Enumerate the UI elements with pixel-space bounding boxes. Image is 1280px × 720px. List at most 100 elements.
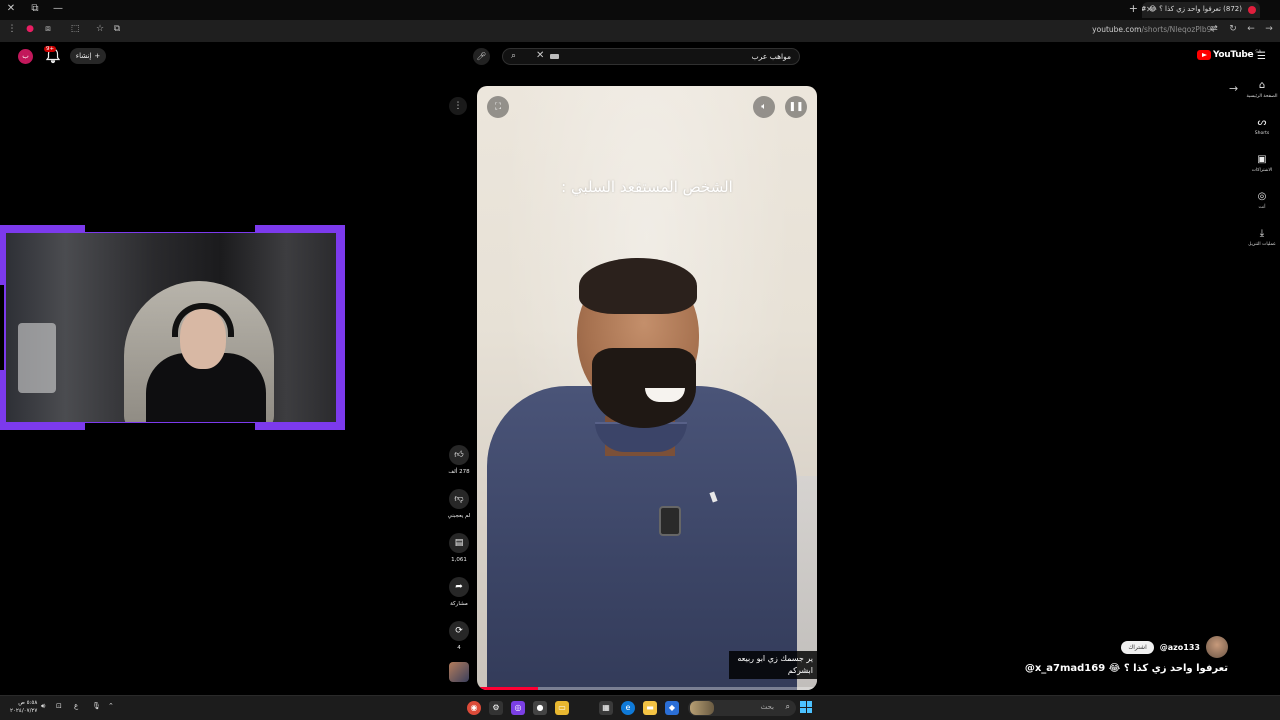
notification-badge: 9+ xyxy=(44,46,57,52)
guide-item-you[interactable]: ◎ أنت xyxy=(1244,191,1280,210)
guide-label: عمليات التنزيل xyxy=(1248,242,1276,247)
dislike-action[interactable]: 👎︎ لم يعجبني xyxy=(446,489,472,519)
store-taskbar-icon[interactable]: ▦ xyxy=(599,701,613,715)
clear-search-icon[interactable]: ✕ xyxy=(536,50,544,61)
back-icon[interactable]: → xyxy=(1262,24,1276,34)
system-clock[interactable]: ٥:٥٨ ص ٢٠٢٤/٠٧/٢٧ xyxy=(10,699,37,715)
show-hidden-icons-icon[interactable]: ⌃ xyxy=(108,702,114,710)
channel-handle[interactable]: @azo133 xyxy=(1160,643,1200,652)
guide-label: الاشتراكات xyxy=(1251,168,1273,173)
frame-notch-left xyxy=(0,285,4,370)
arrow-right-icon[interactable]: → xyxy=(1229,82,1238,95)
remix-count: 4 xyxy=(457,645,461,651)
create-button[interactable]: إنشاء + xyxy=(70,48,106,64)
pause-button[interactable]: ❚❚ xyxy=(785,96,807,118)
search-box[interactable]: ⌕ ✕ مواهب عرب xyxy=(502,48,800,65)
forward-icon[interactable]: ← xyxy=(1244,24,1258,34)
subtitle-line-2: ابشركم xyxy=(787,666,813,675)
clock-date: ٢٠٢٤/٠٧/٢٧ xyxy=(10,708,38,714)
video-overlay-caption: الشخص المستقعد السلبي : xyxy=(561,178,733,196)
more-options-button[interactable]: ⋮ xyxy=(449,97,467,115)
sound-thumbnail[interactable] xyxy=(449,662,469,682)
guide-label: الصفحة الرئيسية xyxy=(1246,94,1278,99)
volume-icon: 🔈︎ xyxy=(761,102,767,112)
subscriptions-icon: ▣ xyxy=(1257,154,1267,165)
you-icon: ◎ xyxy=(1257,191,1267,202)
url-path: /shorts/NleqozPlb9Y xyxy=(1141,25,1216,34)
address-bar[interactable]: youtube.com/shorts/NleqozPlb9Y xyxy=(1092,25,1216,34)
guide-item-shorts[interactable]: ᔕ Shorts xyxy=(1244,117,1280,136)
input-language[interactable]: ع xyxy=(74,702,78,710)
shorts-player[interactable]: الشخص المستقعد السلبي : ير جسمك زي ابو ر… xyxy=(477,86,817,690)
voice-search-button[interactable]: 🎤︎ xyxy=(473,48,490,65)
remix-action[interactable]: ⟳ 4 xyxy=(446,621,472,651)
fullscreen-button[interactable]: ⛶ xyxy=(487,96,509,118)
like-icon[interactable]: 👍︎ xyxy=(449,445,469,465)
guide-item-subscriptions[interactable]: ▣ الاشتراكات xyxy=(1244,154,1280,173)
remix-icon[interactable]: ⟳ xyxy=(449,621,469,641)
notifications-button[interactable]: 9+ xyxy=(44,46,61,64)
profile-icon[interactable]: ● xyxy=(23,24,37,34)
comments-action[interactable]: ▤ 1,061 xyxy=(446,533,472,563)
logo-text: YouTube xyxy=(1213,50,1254,60)
youtube-play-icon xyxy=(1197,50,1211,60)
hamburger-menu-icon[interactable]: ☰ xyxy=(1257,51,1266,62)
comment-icon[interactable]: ▤ xyxy=(449,533,469,553)
browser-tab[interactable]: ✕ (872) تعرفوا واحد زي كذا ؟ 😂 # xyxy=(1142,2,1260,18)
video-progress-bar[interactable] xyxy=(477,687,817,690)
search-input[interactable]: مواهب عرب xyxy=(752,52,791,61)
video-title[interactable]: تعرفوا واحد زي كذا ؟ 😂 x_a7mad169@ xyxy=(1025,663,1228,674)
reload-icon[interactable]: ↻ xyxy=(1226,24,1240,34)
browser-titlebar: ✕ ⧉ — + ✕ (872) تعرفوا واحد زي كذا ؟ 😂 # xyxy=(0,0,1280,20)
restore-window-icon[interactable]: ⧉ xyxy=(28,3,42,14)
cast-icon[interactable]: ⧉ xyxy=(110,24,124,34)
extensions-icon[interactable]: ⧈ xyxy=(41,24,55,34)
copilot-taskbar-icon[interactable]: ◆ xyxy=(665,701,679,715)
subscribe-button[interactable]: اشتراك xyxy=(1121,640,1154,654)
bookmark-star-icon[interactable]: ☆ xyxy=(93,24,107,34)
guide-item-downloads[interactable]: ⤓ عمليات التنزيل xyxy=(1244,228,1280,247)
share-action[interactable]: ➦ مشاركة xyxy=(446,577,472,607)
obs-taskbar-icon[interactable]: ● xyxy=(533,701,547,715)
channel-avatar[interactable] xyxy=(1206,636,1228,658)
dislike-icon[interactable]: 👎︎ xyxy=(449,489,469,509)
close-window-icon[interactable]: ✕ xyxy=(4,3,18,14)
discord-taskbar-icon[interactable]: ◎ xyxy=(511,701,525,715)
new-tab-icon[interactable]: + xyxy=(1129,2,1138,15)
notes-taskbar-icon[interactable]: ▭ xyxy=(555,701,569,715)
subtitle-line-1: ير جسمك زي ابو ربيعه xyxy=(737,654,813,663)
download-icon: ⤓ xyxy=(1259,228,1265,239)
windows-start-icon[interactable] xyxy=(800,701,812,713)
search-icon: ⌕ xyxy=(785,702,790,711)
edge-taskbar-icon[interactable]: e xyxy=(621,701,635,715)
search-icon[interactable]: ⌕ xyxy=(511,51,516,61)
pause-icon: ❚❚ xyxy=(788,102,804,112)
browser-toolbar: ⋮ ● ⧈ ⬚ ☆ ⧉ youtube.com/shorts/NleqozPlb… xyxy=(0,20,1280,42)
shorts-icon: ᔕ xyxy=(1257,117,1267,128)
chrome-taskbar-icon[interactable]: ◉ xyxy=(467,701,481,715)
menu-dots-icon[interactable]: ⋮ xyxy=(5,24,19,34)
keyboard-icon[interactable] xyxy=(550,54,559,59)
mute-button[interactable]: 🔈︎ xyxy=(753,96,775,118)
volume-tray-icon[interactable]: 🔊︎ xyxy=(41,702,45,711)
extension-puzzle-icon[interactable]: ⬚ xyxy=(68,24,82,34)
site-settings-icon[interactable]: ⇄ xyxy=(1207,24,1221,34)
home-icon: ⌂ xyxy=(1258,80,1266,91)
taskbar-search[interactable]: بحث ⌕ xyxy=(688,700,796,716)
more-vert-icon: ⋮ xyxy=(453,101,463,111)
youtube-logo[interactable]: YouTube SA xyxy=(1197,50,1261,60)
video-subtitle: ير جسمك زي ابو ربيعه ابشركم xyxy=(729,651,817,679)
app-taskbar-icon[interactable]: ⚙ xyxy=(489,701,503,715)
share-icon[interactable]: ➦ xyxy=(449,577,469,597)
mic-tray-icon[interactable]: 🎙︎ xyxy=(92,702,101,710)
guide-label: أنت xyxy=(1258,205,1266,210)
like-action[interactable]: 👍︎ 278 ألف xyxy=(446,445,472,475)
file-explorer-taskbar-icon[interactable]: ▬ xyxy=(643,701,657,715)
video-person-hair xyxy=(579,258,697,314)
minimize-window-icon[interactable]: — xyxy=(51,3,65,14)
guide-item-home[interactable]: ⌂ الصفحة الرئيسية xyxy=(1244,80,1280,99)
account-avatar[interactable]: ب xyxy=(18,49,33,64)
network-tray-icon[interactable]: ⊡ xyxy=(56,702,62,710)
tab-close-icon[interactable]: ✕ xyxy=(1146,5,1153,14)
frame-notch-top xyxy=(85,225,255,232)
